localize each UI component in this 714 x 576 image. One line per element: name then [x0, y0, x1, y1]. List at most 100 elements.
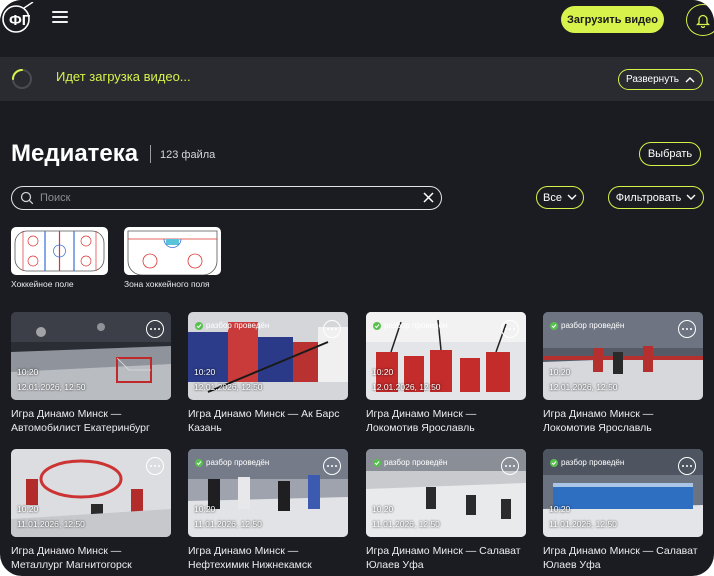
top-bar: ФГ Загрузить видео [0, 0, 714, 40]
video-date: 12.01.2026, 12:50 [194, 382, 263, 392]
video-date: 12.01.2026, 12:50 [17, 382, 86, 392]
video-card[interactable]: 10:20 11.01.2026, 12:50 Игра Динамо Минс… [11, 449, 171, 572]
video-card[interactable]: разбор проведён 10:20 11.01.2026, 12:50 … [543, 449, 703, 572]
expand-button[interactable]: Развернуть [618, 69, 703, 90]
video-thumbnail: разбор проведён 10:20 12.01.2026, 12:50 [543, 312, 703, 400]
video-card[interactable]: разбор проведён 10:20 11.01.2026, 12:50 … [188, 449, 348, 572]
check-icon [373, 321, 381, 330]
video-card[interactable]: разбор проведён 10:20 12.01.2026, 12:50 … [188, 312, 348, 435]
template-label: Хоккейное поле [11, 279, 74, 289]
close-icon[interactable] [422, 191, 435, 204]
more-icon[interactable] [501, 320, 519, 338]
video-card[interactable]: разбор проведён 10:20 12.01.2026, 12:50 … [543, 312, 703, 435]
menu-icon[interactable] [52, 11, 68, 25]
video-date: 12.01.2026, 12:50 [549, 382, 618, 392]
video-card[interactable]: 10:20 12.01.2026, 12:50 Игра Динамо Минс… [11, 312, 171, 435]
video-thumbnail: разбор проведён 10:20 11.01.2026, 12:50 [543, 449, 703, 537]
title-divider [150, 145, 151, 163]
video-date: 11.01.2026, 12:50 [17, 519, 85, 529]
filter-dropdown-label: Фильтровать [615, 191, 682, 204]
search-icon [20, 191, 34, 205]
status-badge: разбор проведён [373, 458, 447, 467]
status-badge: разбор проведён [550, 458, 624, 467]
chevron-down-icon [567, 194, 577, 200]
hockey-zone-thumbnail [124, 227, 221, 275]
chevron-down-icon [686, 194, 696, 200]
video-title: Игра Динамо Минск — Локомотив Ярославль [366, 407, 526, 435]
video-date: 11.01.2026, 12:50 [549, 519, 617, 529]
video-title-line: Игра Динамо Минск — [543, 408, 654, 420]
video-title-line: Металлург Магнитогорск [11, 559, 132, 571]
video-duration: 10:20 [17, 367, 39, 377]
status-badge: разбор проведён [550, 321, 624, 330]
check-icon [195, 321, 203, 330]
video-title-line: Локомотив Ярославль [366, 422, 475, 434]
video-title-line: Юлаев Уфа [543, 559, 601, 571]
status-text: разбор проведён [206, 458, 270, 467]
more-icon[interactable] [323, 457, 341, 475]
video-card[interactable]: разбор проведён 10:20 12.01.2026, 12:50 … [366, 312, 526, 435]
video-duration: 10:20 [372, 504, 394, 514]
video-thumbnail: разбор проведён 10:20 12.01.2026, 12:50 [366, 312, 526, 400]
video-duration: 10:20 [372, 367, 394, 377]
video-title-line: Нефтехимик Нижнекамск [188, 559, 312, 571]
select-button[interactable]: Выбрать [639, 142, 701, 166]
file-count: 123 файла [160, 149, 216, 161]
video-date: 11.01.2026, 12:50 [194, 519, 262, 529]
bell-icon[interactable] [686, 4, 714, 36]
video-title: Игра Динамо Минск — Металлург Магнитогор… [11, 544, 171, 572]
expand-button-label: Развернуть [625, 74, 679, 85]
video-duration: 10:20 [194, 504, 216, 514]
video-title-line: Юлаев Уфа [366, 559, 424, 571]
video-thumbnail: разбор проведён 10:20 11.01.2026, 12:50 [366, 449, 526, 537]
template-hockey-rink[interactable]: Хоккейное поле [11, 227, 108, 289]
upload-status-panel: Идет загрузка видео... Развернуть [0, 57, 714, 101]
more-icon[interactable] [678, 320, 696, 338]
chevron-up-icon [685, 77, 695, 83]
more-icon[interactable] [678, 457, 696, 475]
template-hockey-zone[interactable]: Зона хоккейного поля [124, 227, 221, 289]
check-icon [373, 458, 381, 467]
status-text: разбор проведён [384, 458, 448, 467]
all-dropdown[interactable]: Все [536, 186, 584, 209]
status-text: разбор проведён [561, 458, 625, 467]
video-date: 11.01.2026, 12:50 [372, 519, 440, 529]
upload-status-text: Идет загрузка видео... [56, 69, 191, 84]
video-title-line: Игра Динамо Минск — [366, 408, 477, 420]
hockey-rink-thumbnail [11, 227, 108, 275]
search-box[interactable] [11, 186, 442, 210]
check-icon [550, 321, 558, 330]
template-label: Зона хоккейного поля [124, 279, 210, 289]
video-duration: 10:20 [549, 504, 571, 514]
video-duration: 10:20 [549, 367, 571, 377]
check-icon [550, 458, 558, 467]
video-title: Игра Динамо Минск — Нефтехимик Нижнекамс… [188, 544, 348, 572]
video-title-line: Игра Динамо Минск — Ак Барс [188, 408, 340, 420]
video-title: Игра Динамо Минск — Салават Юлаев Уфа [543, 544, 703, 572]
video-thumbnail: разбор проведён 10:20 12.01.2026, 12:50 [188, 312, 348, 400]
all-dropdown-label: Все [543, 191, 562, 204]
status-text: разбор проведён [384, 321, 448, 330]
search-input[interactable] [40, 189, 420, 207]
more-icon[interactable] [501, 457, 519, 475]
video-title-line: Игра Динамо Минск — [188, 545, 299, 557]
page-title: Медиатека [11, 140, 139, 167]
upload-video-button[interactable]: Загрузить видео [561, 6, 664, 33]
more-icon[interactable] [146, 320, 164, 338]
video-card[interactable]: разбор проведён 10:20 11.01.2026, 12:50 … [366, 449, 526, 572]
spinner-icon [11, 68, 33, 90]
video-title-line: Автомобилист Екатеринбург [11, 422, 150, 434]
video-thumbnail: 10:20 12.01.2026, 12:50 [11, 312, 171, 400]
logo-icon[interactable]: ФГ [0, 1, 36, 36]
more-icon[interactable] [146, 457, 164, 475]
video-title-line: Игра Динамо Минск — [11, 545, 122, 557]
video-title: Игра Динамо Минск — Ак Барс Казань [188, 407, 348, 435]
video-thumbnail: 10:20 11.01.2026, 12:50 [11, 449, 171, 537]
status-badge: разбор проведён [195, 458, 269, 467]
svg-text:ФГ: ФГ [9, 12, 31, 29]
status-text: разбор проведён [561, 321, 625, 330]
filter-dropdown[interactable]: Фильтровать [608, 186, 704, 209]
more-icon[interactable] [323, 320, 341, 338]
video-title: Игра Динамо Минск — Локомотив Ярославль [543, 407, 703, 435]
app-frame: ФГ Загрузить видео Идет загрузка видео..… [0, 0, 714, 576]
